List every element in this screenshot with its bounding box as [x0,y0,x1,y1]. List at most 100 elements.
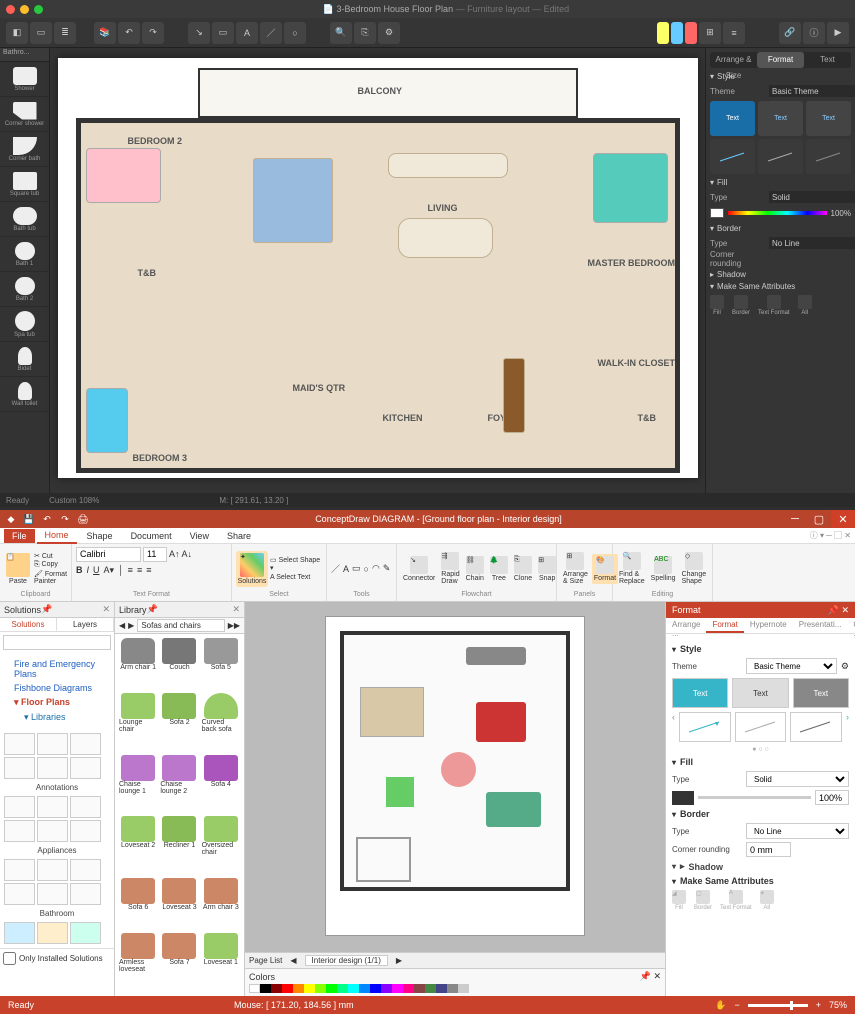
align-left-icon[interactable]: ≡ [128,565,133,575]
attr-fill[interactable]: Fill [710,295,724,316]
color-swatch[interactable] [370,984,381,993]
canvas[interactable]: Page List ◀ Interior design (1/1) ▶ Colo… [245,602,665,996]
close-icon[interactable]: ✕ [102,604,110,615]
theme-card-2[interactable]: Text [732,678,788,708]
lib-cell[interactable] [70,757,101,779]
tab-shape[interactable]: Shape [79,529,121,543]
bed-master[interactable] [593,153,668,223]
corner-input[interactable] [746,842,791,857]
zoom-out-icon[interactable]: − [734,1000,739,1010]
connector-button[interactable]: ↘Connector [401,554,437,584]
tab-view[interactable]: View [182,529,217,543]
color-swatch[interactable] [271,984,282,993]
library-combo[interactable]: Sofas and chairs [137,619,224,632]
solutions-button[interactable]: ✦Solutions [236,551,268,587]
lib-corner-shower[interactable]: Corner shower [0,97,49,132]
copy-button[interactable]: ⎘ Copy [34,561,67,569]
font-grow-icon[interactable]: A↑ [169,549,180,559]
fill-type-select[interactable]: Solid [746,771,849,787]
maximize-icon[interactable] [34,5,43,14]
color-swatch[interactable] [304,984,315,993]
lib-lounge[interactable]: Lounge chair [119,693,157,752]
theme-select[interactable]: Basic Theme [746,658,837,674]
qat-print[interactable]: 🖨 [76,512,90,526]
connector-tool[interactable]: ↘ [188,22,210,44]
sofa-living[interactable] [388,153,508,178]
nav-prev-icon[interactable]: ◀ [119,621,125,630]
attr-border[interactable]: Border [732,295,750,316]
color-swatch[interactable] [326,984,337,993]
pin-icon[interactable]: 📌 [41,604,52,615]
nav-last-icon[interactable]: ▶▶ [228,621,240,630]
maximize-button[interactable]: ▢ [807,510,831,528]
color-swatch[interactable] [337,984,348,993]
section-shadow[interactable]: Shadow [689,862,724,872]
attr-text[interactable]: Text Format [758,295,790,316]
lib-cell[interactable] [70,883,101,905]
tree-floor-plans[interactable]: Floor Plans [21,697,70,707]
border-type-select[interactable] [769,237,855,249]
shape-tool[interactable]: ○ [284,22,306,44]
lib-sofa2[interactable]: Sofa 2 [160,693,198,752]
attr-all[interactable]: All [798,295,812,316]
color-swatch[interactable] [403,984,414,993]
color-swatch[interactable] [260,984,271,993]
lib-shower[interactable]: Shower [0,62,49,97]
text-tool[interactable]: A [236,22,258,44]
close-icon[interactable] [6,5,15,14]
color-blue[interactable] [671,22,683,44]
align-button[interactable]: ≡ [723,22,745,44]
theme-card-3[interactable]: Text [806,101,851,136]
sofa-curved[interactable] [398,218,493,258]
minimize-button[interactable]: ─ [783,510,807,528]
arrow-preview-1[interactable] [679,712,731,742]
present-button[interactable]: ▶ [827,22,849,44]
dining-table[interactable] [360,687,424,737]
lib-cell[interactable] [37,733,68,755]
lib-bath-2[interactable]: Bath 2 [0,272,49,307]
lib-cell[interactable] [4,757,35,779]
color-swatch[interactable] [458,984,469,993]
theme-card-1[interactable]: Text [710,101,755,136]
clone-button[interactable]: ⎘ [354,22,376,44]
lib-couch[interactable]: Couch [160,638,198,690]
snap-button[interactable]: ⊞ [699,22,721,44]
minimize-icon[interactable] [20,5,29,14]
lib-wall-toilet[interactable]: Wall toilet [0,377,49,412]
color-swatch[interactable] [381,984,392,993]
lib-loveseat3[interactable]: Loveseat 3 [160,878,198,930]
underline-button[interactable]: U [93,565,100,575]
color-swatch[interactable] [425,984,436,993]
solutions-button[interactable]: ◧ [6,22,28,44]
lib-cell[interactable] [70,796,101,818]
arc-tool[interactable]: ◠ [372,563,380,574]
clone-button[interactable]: ⎘Clone [512,554,534,584]
help-icon[interactable]: ⓘ ▾ ─ ▢ ✕ [810,530,851,541]
bed-bedroom2[interactable] [86,148,161,203]
zoom-in-icon[interactable]: + [816,1000,821,1010]
text-tool[interactable]: A [343,564,349,574]
plant[interactable] [386,777,414,807]
rect-tool[interactable]: ▭ [352,563,361,574]
pin-icon[interactable]: 📌 [147,604,158,615]
format-painter-button[interactable]: 🖌 Format Painter [34,570,67,585]
lib-chaise2[interactable]: Chaise lounge 2 [160,755,198,814]
subtab-layers[interactable]: Layers [57,618,114,631]
tree-fire-emergency[interactable]: Fire and Emergency Plans [4,657,110,681]
nav-next-icon[interactable]: ▶ [128,621,134,630]
ftab-format[interactable]: Format [706,618,743,633]
tab-file[interactable]: File [4,529,35,543]
theme-card-3[interactable]: Text [793,678,849,708]
sofa-red[interactable] [476,702,526,742]
lib-cell[interactable] [37,922,68,944]
font-color-icon[interactable]: A▾ [104,565,115,576]
page-next-icon[interactable]: ▶ [396,956,402,965]
lib-cell[interactable] [4,859,35,881]
qat-redo[interactable]: ↷ [58,512,72,526]
ellipse-tool[interactable]: ○ [364,564,369,574]
tab-share[interactable]: Share [219,529,259,543]
lib-cell[interactable] [4,796,35,818]
lib-bath-1[interactable]: Bath 1 [0,237,49,272]
qat-undo[interactable]: ↶ [40,512,54,526]
nav-next-icon[interactable]: › [846,712,849,742]
